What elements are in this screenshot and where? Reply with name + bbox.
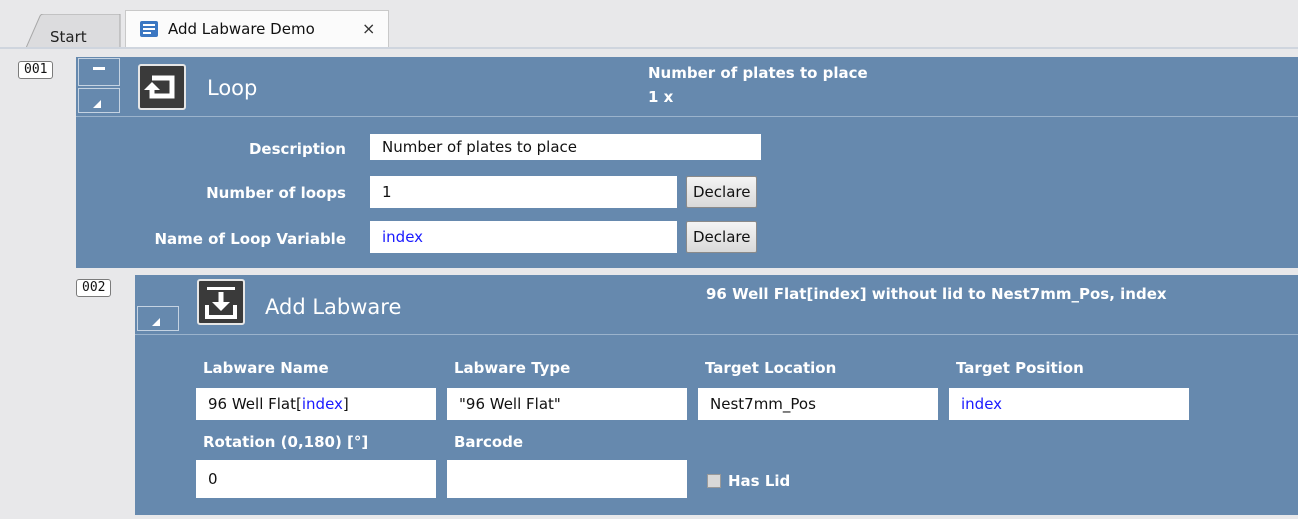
- declare-loops-button[interactable]: Declare: [686, 176, 758, 208]
- rotation-label: Rotation (0,180) [°]: [203, 433, 369, 451]
- tab-add-labware-demo[interactable]: Add Labware Demo ×: [125, 10, 389, 48]
- labware-name-variable: index: [301, 395, 343, 413]
- loop-variable-label: Name of Loop Variable: [154, 230, 346, 248]
- tab-bar: Start Add Labware Demo ×: [0, 0, 1298, 49]
- step-title: Add Labware: [265, 295, 402, 319]
- minus-icon: [93, 67, 105, 70]
- step-number[interactable]: 002: [76, 279, 112, 297]
- labware-type-label: Labware Type: [454, 359, 571, 377]
- labware-name-input[interactable]: 96 Well Flat[index]: [196, 388, 436, 420]
- loop-step-panel: Loop Number of plates to place 1 x Descr…: [76, 57, 1298, 268]
- collapse-button[interactable]: [78, 58, 120, 86]
- target-position-label: Target Position: [956, 359, 1084, 377]
- tab-start[interactable]: Start: [26, 14, 122, 48]
- target-location-input[interactable]: Nest7mm_Pos: [698, 388, 938, 420]
- target-position-input[interactable]: index: [949, 388, 1189, 420]
- summary-line-2: 1 x: [648, 88, 674, 106]
- has-lid-label: Has Lid: [728, 472, 791, 490]
- description-input[interactable]: Number of plates to place: [370, 134, 761, 160]
- step-number[interactable]: 001: [18, 61, 54, 79]
- target-location-label: Target Location: [705, 359, 837, 377]
- expand-toggle[interactable]: [78, 88, 120, 113]
- labware-name-label: Labware Name: [203, 359, 329, 377]
- expand-toggle[interactable]: [137, 306, 179, 331]
- step-title: Loop: [207, 76, 258, 100]
- step-summary: 96 Well Flat[index] without lid to Nest7…: [706, 285, 1167, 303]
- loop-variable-input[interactable]: index: [370, 221, 677, 253]
- step-summary: Number of plates to place 1 x: [648, 61, 868, 109]
- labware-name-prefix: 96 Well Flat[: [208, 395, 302, 413]
- number-of-loops-input[interactable]: 1: [370, 176, 677, 208]
- header-divider: [76, 116, 1298, 117]
- description-label: Description: [248, 140, 346, 158]
- barcode-label: Barcode: [454, 433, 524, 451]
- tab-bar-divider: [0, 47, 1298, 49]
- number-of-loops-label: Number of loops: [206, 184, 346, 202]
- triangle-icon: [93, 100, 101, 108]
- triangle-icon: [152, 318, 160, 326]
- close-tab-icon[interactable]: ×: [362, 19, 375, 38]
- document-icon: [140, 21, 158, 37]
- add-labware-step-panel: Add Labware 96 Well Flat[index] without …: [135, 275, 1298, 515]
- rotation-input[interactable]: 0: [196, 460, 436, 498]
- summary-line-1: Number of plates to place: [648, 64, 868, 82]
- loop-icon: [138, 64, 186, 110]
- declare-variable-button[interactable]: Declare: [686, 221, 758, 253]
- tab-start-label: Start: [50, 28, 87, 46]
- has-lid-checkbox[interactable]: [707, 474, 721, 488]
- barcode-input[interactable]: [447, 460, 687, 498]
- labware-name-suffix: ]: [342, 395, 349, 413]
- labware-type-input[interactable]: "96 Well Flat": [447, 388, 687, 420]
- header-divider: [135, 334, 1298, 335]
- add-labware-icon: [197, 279, 245, 325]
- tab-label: Add Labware Demo: [168, 20, 315, 38]
